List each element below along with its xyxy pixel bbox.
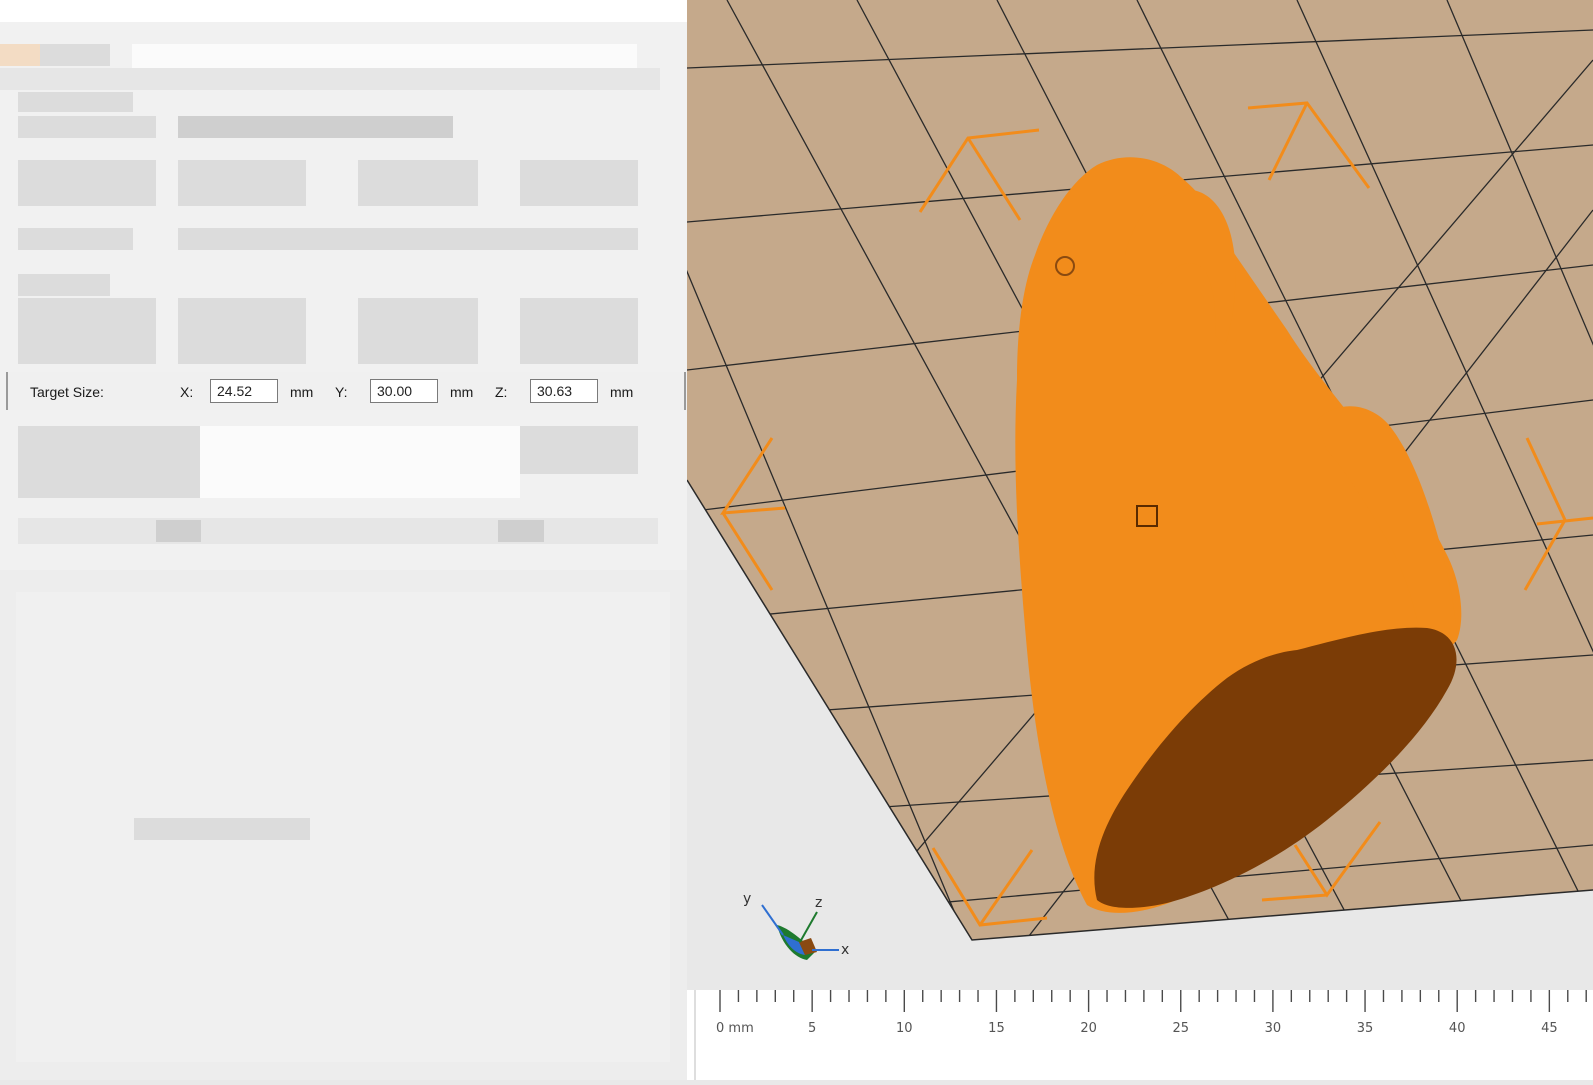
ruler-tick-label: 10: [896, 1021, 913, 1036]
viewport-canvas[interactable]: y z x: [687, 0, 1593, 990]
ruler-ticks: [719, 990, 1587, 1012]
ruler-tick-label: 30: [1265, 1021, 1282, 1036]
lower-panel-text-blur: [134, 818, 310, 840]
group1-row1-value-blur: [178, 116, 453, 138]
group2-title-blur: [18, 274, 110, 296]
dialog-title-blur: [40, 44, 110, 66]
target-y-label: Y:: [335, 384, 348, 400]
group1-field-x-blur: [178, 160, 306, 206]
gizmo-z-label: z: [815, 895, 822, 911]
scale-dialog: [0, 22, 687, 570]
group1-row3-label-blur: [18, 228, 133, 250]
target-x-input[interactable]: [210, 379, 278, 403]
options-blur: [18, 426, 200, 498]
target-size-label: Target Size:: [30, 384, 104, 400]
ruler-tick-label: 35: [1357, 1021, 1374, 1036]
gizmo-x-label: x: [841, 942, 849, 958]
ruler-tick-label: 25: [1172, 1021, 1189, 1036]
group1-row3-value-blur: [178, 228, 638, 250]
dialog-buttons-blur: [18, 518, 658, 544]
group2-field-z-blur: [520, 298, 638, 364]
gizmo-y-label: y: [743, 891, 751, 907]
group1-row2-label-blur: [18, 160, 156, 206]
header-row-blur: [0, 68, 660, 90]
group2-label-blur: [18, 298, 156, 364]
target-z-input[interactable]: [530, 379, 598, 403]
ruler-tick-label: 15: [988, 1021, 1005, 1036]
ruler-labels: 0 mm 5 10 15 20 25 30 35 40 45: [716, 1021, 1558, 1036]
dialog-button-2-blur: [498, 520, 544, 542]
group1-row1-label-blur: [18, 116, 156, 138]
left-panel: Target Size: X: mm Y: mm Z: mm: [0, 0, 687, 1080]
lower-panel: [16, 592, 670, 1062]
target-z-unit: mm: [610, 384, 634, 400]
target-x-unit: mm: [290, 384, 314, 400]
ruler: 0 mm 5 10 15 20 25 30 35 40 45: [694, 990, 1587, 1080]
ruler-tick-label: 0 mm: [716, 1021, 754, 1036]
options-button-blur: [520, 426, 638, 474]
ruler-tick-label: 45: [1541, 1021, 1558, 1036]
target-y-unit: mm: [450, 384, 474, 400]
3d-viewport[interactable]: y z x 0 mm 5 10 15 20 25 30 35 40 45: [687, 0, 1593, 1080]
dialog-field-blur: [132, 44, 637, 68]
panel-top-strip: [0, 0, 687, 22]
group1-field-y-blur: [358, 160, 478, 206]
ruler-tick-label: 40: [1449, 1021, 1466, 1036]
ruler-tick-label: 20: [1080, 1021, 1097, 1036]
group2-field-y-blur: [358, 298, 478, 364]
target-z-label: Z:: [495, 384, 508, 400]
group1-title-blur: [18, 92, 133, 112]
dialog-button-1-blur: [156, 520, 201, 542]
ruler-tick-label: 5: [808, 1021, 816, 1036]
target-size-row: Target Size: X: mm Y: mm Z: mm: [6, 372, 686, 410]
target-y-input[interactable]: [370, 379, 438, 403]
ruler-bar: 0 mm 5 10 15 20 25 30 35 40 45: [687, 990, 1593, 1080]
group2-field-x-blur: [178, 298, 306, 364]
options-white-blur: [200, 426, 520, 498]
group1-field-z-blur: [520, 160, 638, 206]
target-x-label: X:: [180, 384, 194, 400]
dialog-icon: [0, 44, 40, 66]
